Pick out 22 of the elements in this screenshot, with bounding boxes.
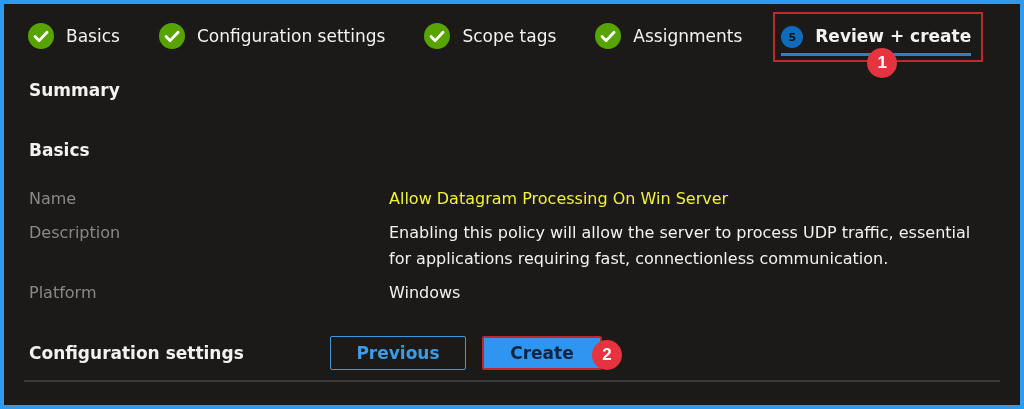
callout-badge: 2 [592, 340, 622, 370]
field-value: Allow Datagram Processing On Win Server [389, 188, 730, 210]
section-heading: Basics [29, 140, 90, 160]
previous-button[interactable]: Previous [330, 336, 466, 370]
checkmark-icon [595, 23, 622, 49]
field-value: Enabling this policy will allow the server to process UDP traffic, essential for applications requiring fast, connectionless communication. [389, 222, 972, 270]
field-label: Platform [29, 282, 98, 304]
callout-badge: 1 [867, 48, 898, 78]
field-label: Name [29, 188, 78, 210]
step-number: 5 [781, 26, 804, 48]
field-value: Windows [389, 282, 462, 304]
checkmark-icon [424, 23, 451, 49]
checkmark-icon [158, 23, 185, 49]
checkmark-icon [28, 23, 54, 49]
wizard-tab[interactable]: Scope tags [424, 18, 557, 66]
wizard-tab[interactable]: Configuration settings [158, 18, 386, 66]
field-label: Description [29, 222, 122, 244]
section-heading: Configuration settings [29, 343, 245, 363]
section-heading: Summary [29, 80, 120, 100]
create-button[interactable]: Create [482, 336, 602, 370]
wizard-tab[interactable]: Assignments [595, 18, 743, 66]
wizard-tab[interactable]: Basics [28, 18, 120, 66]
